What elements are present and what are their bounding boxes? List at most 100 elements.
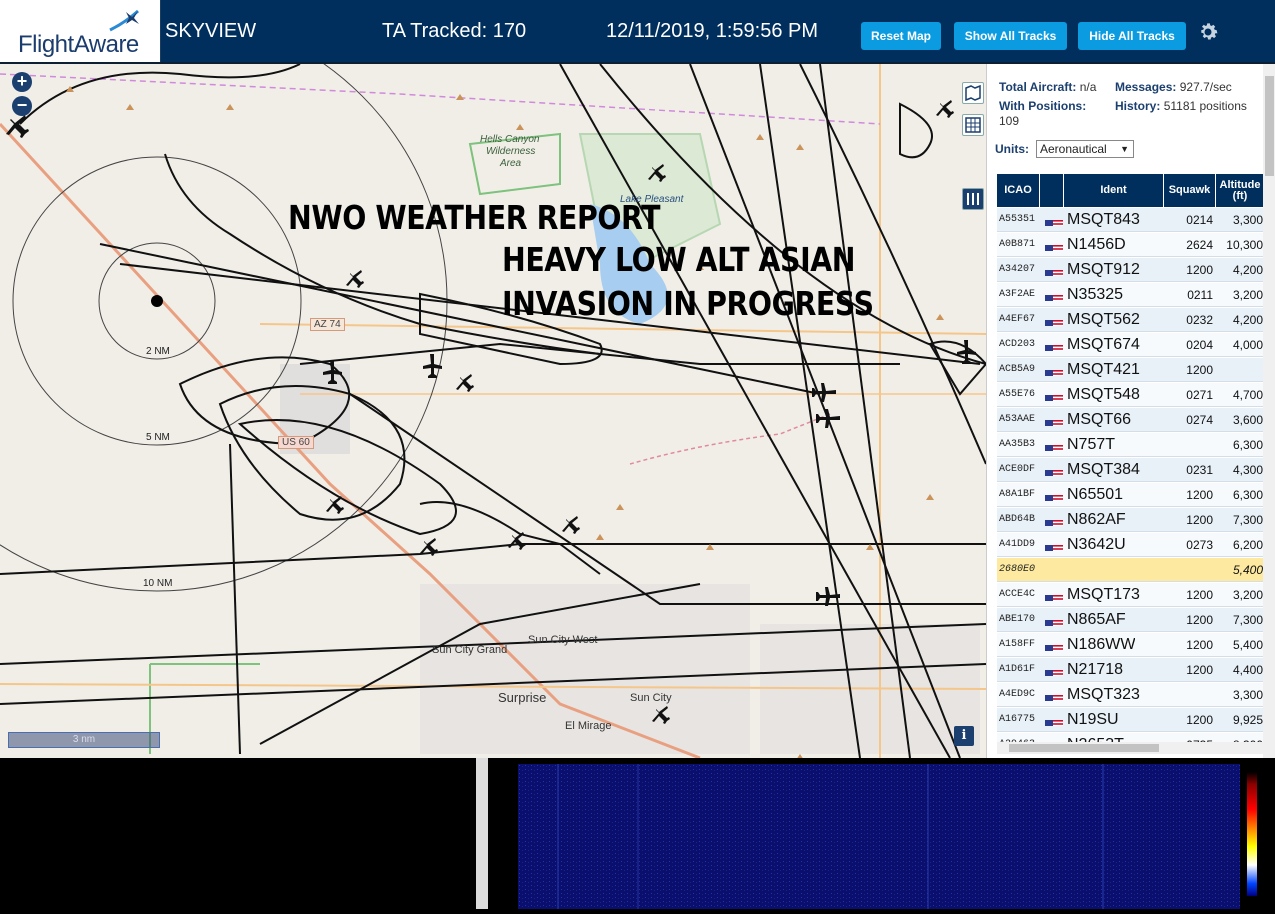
waterfall-noise bbox=[518, 764, 1240, 909]
table-row[interactable]: A158FF N186WW 1200 5,400 bbox=[997, 633, 1264, 657]
table-row[interactable]: A29463 N2653T 0735 8,300 bbox=[997, 733, 1264, 742]
table-row[interactable]: A34207 MSQT912 1200 4,200 bbox=[997, 258, 1264, 282]
cell-squawk: 1200 bbox=[1186, 513, 1213, 527]
cell-squawk: 0204 bbox=[1186, 338, 1213, 352]
table-row[interactable]: A4EF67 MSQT562 0232 4,200 bbox=[997, 308, 1264, 332]
column-header-altitude[interactable]: Altitude (ft) bbox=[1216, 174, 1264, 207]
vertical-scrollbar-thumb[interactable] bbox=[1265, 76, 1274, 176]
table-row[interactable]: ACE0DF MSQT384 0231 4,300 bbox=[997, 458, 1264, 482]
column-header-flag[interactable] bbox=[1040, 174, 1064, 207]
pane-separator[interactable] bbox=[476, 758, 488, 909]
units-select[interactable]: Aeronautical ▼ bbox=[1036, 140, 1134, 158]
table-row[interactable]: A8A1BF N65501 1200 6,300 bbox=[997, 483, 1264, 507]
table-row[interactable]: A0B871 N1456D 2624 10,300 bbox=[997, 233, 1264, 257]
us-flag-icon bbox=[1045, 540, 1063, 551]
range-label-2nm: 2 NM bbox=[146, 346, 170, 357]
table-row[interactable]: A55E76 MSQT548 0271 4,700 bbox=[997, 383, 1264, 407]
logo-text: FlightAware bbox=[18, 31, 139, 58]
map-label-sun-city: Sun City bbox=[630, 692, 672, 704]
us-flag-icon bbox=[1045, 315, 1063, 326]
zoom-in-button[interactable]: + bbox=[12, 72, 32, 92]
table-row[interactable]: A41DD9 N3642U 0273 6,200 bbox=[997, 533, 1264, 557]
table-row[interactable]: A3F2AE N35325 0211 3,200 bbox=[997, 283, 1264, 307]
cell-squawk: 1200 bbox=[1186, 263, 1213, 277]
zoom-out-button[interactable]: − bbox=[12, 96, 32, 116]
history-stat: History: 51181 positions bbox=[1115, 99, 1255, 114]
info-button[interactable]: i bbox=[954, 726, 974, 746]
us-flag-icon bbox=[1045, 615, 1063, 626]
map-label-hells-canyon: Hells Canyon bbox=[480, 134, 540, 145]
panel-toggle-button[interactable] bbox=[962, 188, 984, 210]
horizontal-scrollbar-thumb[interactable] bbox=[1009, 744, 1159, 752]
cell-squawk: 0214 bbox=[1186, 213, 1213, 227]
messages-stat: Messages: 927.7/sec bbox=[1115, 80, 1232, 94]
cell-altitude: 6,200 bbox=[1232, 538, 1263, 552]
cell-icao: A4ED9C bbox=[999, 689, 1036, 700]
cell-ident: MSQT912 bbox=[1067, 261, 1140, 278]
table-row[interactable]: AA35B3 N757T 6,300 bbox=[997, 433, 1264, 457]
table-row[interactable]: 2680E0 5,400 bbox=[997, 558, 1264, 582]
cell-ident: N757T bbox=[1067, 436, 1116, 453]
cell-icao: ACB5A9 bbox=[999, 364, 1036, 375]
cell-icao: A1D61F bbox=[999, 664, 1036, 675]
cell-squawk: 0273 bbox=[1186, 538, 1213, 552]
column-header-squawk[interactable]: Squawk bbox=[1164, 174, 1216, 207]
cell-icao: A29463 bbox=[999, 733, 1035, 742]
table-row[interactable]: A4ED9C MSQT323 3,300 bbox=[997, 683, 1264, 707]
map-view[interactable]: Hells Canyon Wilderness Area Lake Pleasa… bbox=[0, 64, 986, 758]
cell-icao: A158FF bbox=[999, 639, 1036, 650]
cell-icao: A8A1BF bbox=[999, 489, 1036, 500]
column-header-ident[interactable]: Ident bbox=[1064, 174, 1164, 207]
cell-icao: A16775 bbox=[999, 714, 1036, 725]
cell-icao: A34207 bbox=[999, 264, 1036, 275]
table-row[interactable]: ACCE4C MSQT173 1200 3,200 bbox=[997, 583, 1264, 607]
table-row[interactable]: A1D61F N21718 1200 4,400 bbox=[997, 658, 1264, 682]
table-row[interactable]: ACD203 MSQT674 0204 4,000 bbox=[997, 333, 1264, 357]
table-row[interactable]: ABE170 N865AF 1200 7,300 bbox=[997, 608, 1264, 632]
column-header-icao[interactable]: ICAO bbox=[997, 174, 1040, 207]
cell-ident: MSQT323 bbox=[1067, 686, 1140, 703]
cell-squawk: 0271 bbox=[1186, 388, 1213, 402]
table-row[interactable]: A55351 MSQT843 0214 3,300 bbox=[997, 208, 1264, 232]
spectrogram-area bbox=[0, 758, 1275, 909]
cell-icao: ACE0DF bbox=[999, 464, 1036, 475]
cell-icao: ABE170 bbox=[999, 614, 1036, 625]
columns-icon bbox=[967, 193, 979, 205]
aircraft-table-body[interactable]: A55351 MSQT843 0214 3,300 A0B871 N1456D 2624 10… bbox=[997, 208, 1264, 742]
table-row[interactable]: ACB5A9 MSQT421 1200 bbox=[997, 358, 1264, 382]
grid-toggle-button[interactable] bbox=[962, 114, 984, 136]
history-label: History: bbox=[1115, 99, 1161, 113]
cell-squawk: 0735 bbox=[1173, 733, 1213, 742]
cell-squawk: 0274 bbox=[1186, 413, 1213, 427]
road-shield-az74: AZ 74 bbox=[310, 318, 345, 331]
map-layers-button[interactable] bbox=[962, 82, 984, 104]
cell-icao: A41DD9 bbox=[999, 539, 1036, 550]
cell-icao: A4EF67 bbox=[999, 314, 1036, 325]
table-row[interactable]: A53AAE MSQT66 0274 3,600 bbox=[997, 408, 1264, 432]
total-aircraft-value: n/a bbox=[1079, 80, 1097, 94]
show-all-tracks-button[interactable]: Show All Tracks bbox=[954, 22, 1067, 50]
cell-squawk: 2624 bbox=[1186, 238, 1213, 252]
cell-altitude bbox=[1219, 358, 1263, 382]
hide-all-tracks-button[interactable]: Hide All Tracks bbox=[1078, 22, 1186, 50]
cell-ident: MSQT674 bbox=[1067, 336, 1140, 353]
cell-squawk: 0211 bbox=[1187, 288, 1213, 302]
cell-ident: N19SU bbox=[1067, 711, 1119, 728]
us-flag-icon bbox=[1045, 490, 1063, 501]
table-row[interactable]: A16775 N19SU 1200 9,925 bbox=[997, 708, 1264, 732]
map-icon bbox=[965, 84, 981, 102]
cell-altitude: 9,925 bbox=[1232, 713, 1263, 727]
reset-map-button[interactable]: Reset Map bbox=[861, 22, 941, 50]
map-label-el-mirage: El Mirage bbox=[565, 720, 612, 732]
overlay-text-line1: NWO WEATHER REPORT bbox=[288, 198, 661, 237]
cell-squawk bbox=[1173, 683, 1213, 707]
us-flag-icon bbox=[1045, 440, 1063, 451]
gear-icon[interactable] bbox=[1196, 20, 1220, 44]
table-row[interactable]: ABD64B N862AF 1200 7,300 bbox=[997, 508, 1264, 532]
us-flag-icon bbox=[1045, 590, 1063, 601]
cell-squawk: 1200 bbox=[1186, 588, 1213, 602]
cell-ident: N35325 bbox=[1067, 286, 1124, 303]
flightaware-logo[interactable]: FlightAware bbox=[0, 0, 161, 62]
cell-ident: N865AF bbox=[1067, 611, 1126, 628]
horizontal-scrollbar[interactable] bbox=[997, 742, 1264, 754]
